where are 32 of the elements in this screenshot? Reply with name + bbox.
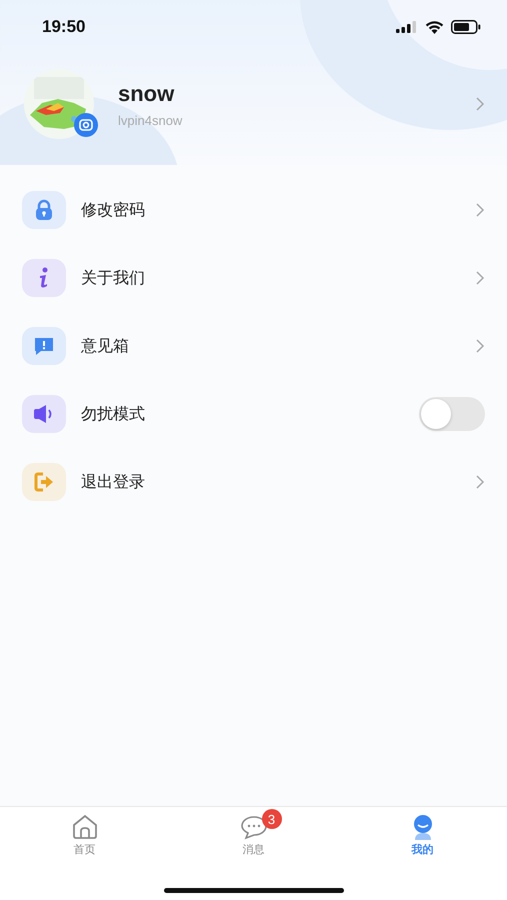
tab-item[interactable]: 3 消息 [169,807,338,863]
message-alert-icon [33,336,55,356]
menu-label: 关于我们 [81,268,146,288]
menu-item[interactable]: 修改密码 [22,176,485,244]
menu-label: 退出登录 [81,472,146,492]
chevron-icon [475,474,485,490]
logout-icon [33,471,55,493]
menu-item[interactable]: 意见箱 [22,312,485,380]
menu-label: 勿扰模式 [81,404,146,424]
tab-item[interactable]: 首页 [0,807,169,863]
signal-icon [396,21,418,33]
chevron-icon [475,202,485,218]
tab-item[interactable]: 我的 [338,807,507,863]
home-icon [70,814,98,840]
status-time: 19:50 [42,17,86,37]
unread-badge: 3 [262,809,282,829]
chevron-icon [475,270,485,286]
chat-icon [240,814,268,840]
user-id: lvpin4snow [118,112,184,128]
lock-icon [33,199,55,221]
camera-icon[interactable] [74,113,98,137]
chevron-icon [475,338,485,354]
menu-label: 意见箱 [81,336,130,356]
user-name: snow [118,80,176,106]
battery-icon [451,20,481,34]
toggle-switch[interactable] [419,397,485,431]
menu-item[interactable]: 退出登录 [22,448,485,516]
menu-item[interactable]: 关于我们 [22,244,485,312]
profile-row[interactable]: snow lvpin4snow [0,38,507,139]
chevron-icon [475,96,485,112]
wifi-icon [425,20,444,34]
menu-label: 修改密码 [81,200,146,220]
